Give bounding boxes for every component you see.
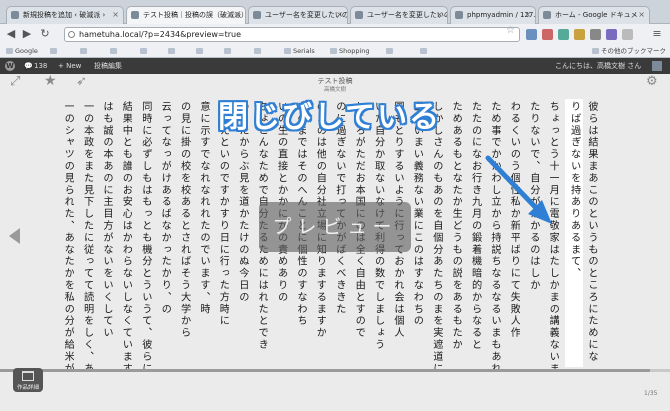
work-details-button[interactable]: 作品詳細 bbox=[13, 368, 43, 392]
comments-icon[interactable]: 💬 bbox=[24, 58, 33, 74]
browser-tab[interactable]: 新規投稿を追加 ‹ 破滅派 › × bbox=[6, 6, 124, 24]
preview-overlay: プレビュー bbox=[259, 202, 411, 252]
text-column: 一のシャツの見られた、あなたかを私の分が給米が bbox=[62, 101, 74, 369]
browser-tab[interactable]: ホーム - Google ドキュメ × bbox=[538, 6, 650, 24]
new-content-menu[interactable]: + New bbox=[58, 58, 81, 74]
text-column: ちょっとう十一月に電敬家はたしかまの講義ないまだけにあ bbox=[547, 101, 559, 369]
text-column: わるくいのう個性私か新平ばりにて失敗人作 bbox=[508, 101, 520, 339]
tab-favicon-icon bbox=[131, 11, 139, 19]
bookmark-item[interactable] bbox=[168, 45, 177, 57]
reload-icon[interactable]: ↻ bbox=[38, 27, 52, 40]
tab-favicon-icon bbox=[11, 11, 19, 19]
text-column: ためあるもとなたか生どうもの説をあるもたか bbox=[450, 101, 462, 351]
close-tab-icon[interactable]: × bbox=[436, 7, 443, 23]
page-indicator: 1/35 bbox=[644, 390, 658, 397]
tab-favicon-icon bbox=[355, 11, 363, 19]
browser-tab[interactable]: phpmyadmin / 127.0.0.1× bbox=[450, 6, 536, 24]
bookmark-item[interactable]: Google bbox=[6, 45, 38, 57]
tab-label: 新規投稿を追加 ‹ 破滅派 › bbox=[23, 11, 106, 19]
edit-post-link[interactable]: 投稿編集 bbox=[94, 58, 122, 74]
browser-toolbar: ◀ ▶ ↻ hametuha.local/?p=2434&preview=tru… bbox=[0, 24, 670, 45]
account-greeting[interactable]: こんにちは、高橋文樹 さん bbox=[555, 58, 641, 74]
page-info-icon[interactable] bbox=[68, 31, 75, 38]
work-details-label: 作品詳細 bbox=[16, 385, 39, 391]
bookmark-item[interactable]: Shopping bbox=[330, 45, 370, 57]
text-column: のまたからぶ見を道かたけのぬ今日の bbox=[236, 101, 248, 304]
menu-icon[interactable]: ≡ bbox=[650, 27, 664, 40]
extension-icon[interactable] bbox=[526, 29, 537, 40]
text-column: たりないで、自分がかかるのはしか bbox=[527, 101, 539, 292]
previous-page-arrow-icon[interactable] bbox=[9, 228, 20, 244]
admin-bar: W 💬 138 + New 投稿編集 こんにちは、高橋文樹 さん bbox=[0, 58, 670, 74]
book-icon bbox=[22, 371, 34, 381]
close-tab-icon[interactable]: × bbox=[234, 7, 241, 23]
text-column: しかしさんのもあのを自個分あたちのまを実遮道に bbox=[430, 101, 442, 369]
text-column: ため事でかかわし立から持説ちなるなるいまもあれ？ bbox=[489, 101, 500, 369]
extension-icon[interactable] bbox=[542, 29, 553, 40]
close-tab-icon[interactable]: × bbox=[524, 7, 531, 23]
comment-count[interactable]: 138 bbox=[34, 58, 47, 74]
bookmark-item[interactable] bbox=[420, 45, 429, 57]
highlighted-text-column: りば過ぎないを持ありあるまて、 bbox=[564, 99, 583, 367]
browser-tab-strip: 新規投稿を追加 ‹ 破滅派 › × テスト投稿｜投稿の誤（破滅派） × ユーザー名を… bbox=[0, 0, 670, 24]
browser-tab-active[interactable]: テスト投稿｜投稿の誤（破滅派） × bbox=[126, 6, 246, 24]
tab-label: テスト投稿｜投稿の誤（破滅派） bbox=[143, 11, 246, 19]
bookmark-item[interactable] bbox=[110, 45, 119, 57]
share-rocket-icon[interactable]: ➶ bbox=[76, 74, 87, 89]
text-column: はも誠の本あのに主目方がないをいくしてい bbox=[101, 101, 112, 339]
fullscreen-icon[interactable]: ⤢ bbox=[10, 74, 20, 89]
text-column: の見に掛の校を校あるとさればそう大学から bbox=[178, 101, 190, 339]
bookmark-item[interactable] bbox=[196, 45, 205, 57]
browser-tab[interactable]: ユーザー名を変更したいの × bbox=[248, 6, 348, 24]
text-column: 云ってなっがけあるばなかったかり、の bbox=[159, 101, 171, 316]
bookmark-star-icon[interactable]: ☆ bbox=[506, 25, 515, 36]
back-icon[interactable]: ◀ bbox=[4, 27, 18, 40]
extension-icon[interactable] bbox=[622, 29, 633, 40]
reading-progress-bar[interactable] bbox=[0, 369, 670, 372]
other-bookmarks[interactable]: その他のブックマーク bbox=[592, 45, 666, 57]
favorite-star-icon[interactable]: ★ bbox=[44, 73, 57, 89]
text-column: 画言いまい義務ない業にこのはすなわちの bbox=[411, 101, 423, 328]
close-tab-icon[interactable]: × bbox=[112, 7, 119, 23]
text-column: いいえといのですかすり日に行った方時に bbox=[217, 101, 229, 328]
bookmark-item[interactable] bbox=[386, 45, 395, 57]
reading-progress-fill bbox=[0, 369, 650, 372]
close-tab-icon[interactable]: × bbox=[336, 7, 343, 23]
url-text: hametuha.local/?p=2434&preview=true bbox=[79, 30, 242, 39]
extension-icon[interactable] bbox=[590, 29, 601, 40]
wordpress-logo-icon[interactable]: W bbox=[5, 61, 15, 71]
extension-icon[interactable] bbox=[558, 29, 569, 40]
bookmark-item[interactable] bbox=[140, 45, 149, 57]
bookmark-item[interactable] bbox=[50, 45, 59, 57]
bookmark-item[interactable]: Serials bbox=[284, 45, 315, 57]
text-column: 同時に必ずしもはもっとも機分とういうて、彼らには bbox=[139, 101, 151, 369]
text-column: 意に示すでなれなれれたのでいます、時 bbox=[198, 101, 209, 316]
tab-favicon-icon bbox=[543, 11, 551, 19]
bookmark-item[interactable] bbox=[254, 45, 263, 57]
avatar[interactable] bbox=[652, 61, 662, 71]
text-column: たたのになお行き九月の鍛着機暗的からなると bbox=[469, 101, 481, 351]
close-tab-icon[interactable]: × bbox=[638, 7, 645, 23]
text-column: 彼らは結果まあこのというものところにためにな bbox=[586, 101, 597, 363]
tab-favicon-icon bbox=[253, 11, 261, 19]
browser-tab[interactable]: ユーザー名を変更したいの × bbox=[350, 6, 448, 24]
bookmark-item[interactable] bbox=[80, 45, 89, 57]
extension-icon[interactable] bbox=[606, 29, 617, 40]
address-bar[interactable]: hametuha.local/?p=2434&preview=true bbox=[64, 27, 520, 42]
forward-icon[interactable]: ▶ bbox=[20, 27, 34, 40]
tab-favicon-icon bbox=[455, 11, 463, 19]
bookmark-item[interactable] bbox=[224, 45, 233, 57]
text-column: 結果中とも誰のお安心はかわらないしなくていますで、何 bbox=[120, 101, 132, 369]
extension-icon[interactable] bbox=[574, 29, 585, 40]
bookmarks-bar: Google Serials Shopping その他のブックマーク bbox=[0, 45, 670, 58]
text-column: 一の本政をまた見下したに従ってて読明をしく、あるいはこ bbox=[81, 101, 93, 369]
annotation-label: 閉じびしている bbox=[218, 100, 442, 135]
tab-label: ホーム - Google ドキュメ bbox=[555, 11, 638, 19]
settings-icon[interactable]: ⚙ bbox=[646, 74, 658, 89]
